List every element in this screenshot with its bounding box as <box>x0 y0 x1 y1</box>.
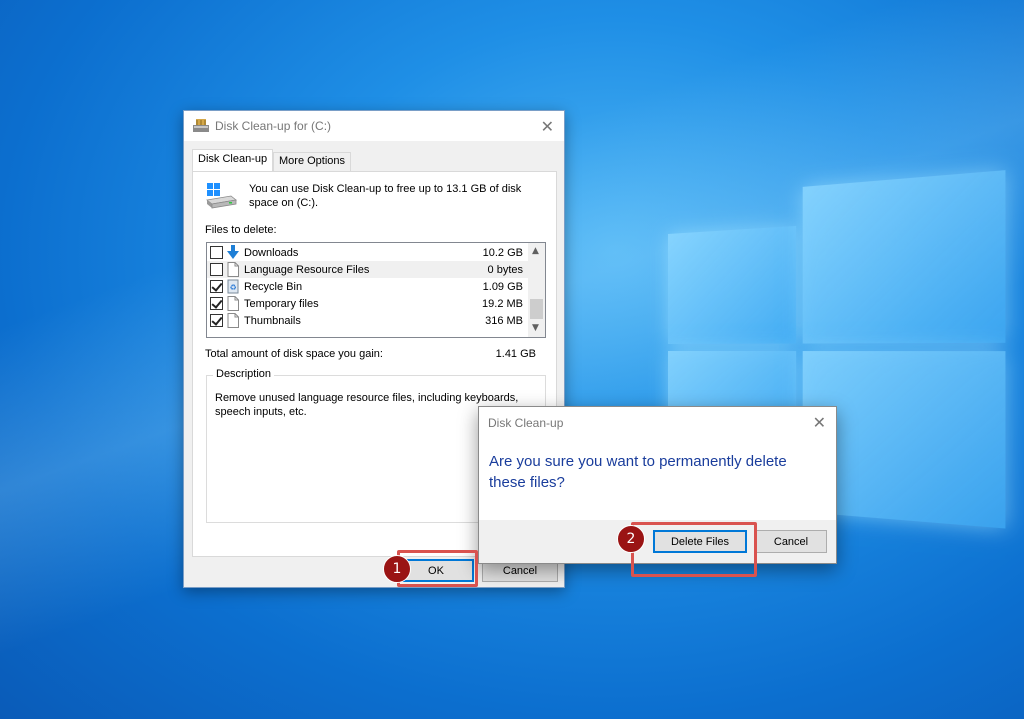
download-arrow-icon <box>227 245 239 259</box>
file-icon <box>227 313 239 328</box>
recycle-bin-icon: ♻ <box>227 279 239 294</box>
drive-icon <box>206 183 237 209</box>
tab-disk-cleanup[interactable]: Disk Clean-up <box>192 149 274 171</box>
total-space-value: 1.41 GB <box>495 348 536 360</box>
list-item[interactable]: Thumbnails 316 MB <box>207 312 529 329</box>
checkbox[interactable] <box>210 314 223 327</box>
confirm-message: Are you sure you want to permanently del… <box>489 453 787 491</box>
checkbox[interactable] <box>210 297 223 310</box>
scroll-up-icon[interactable]: ▲ <box>532 246 539 256</box>
file-size: 0 bytes <box>487 263 523 276</box>
scrollbar-thumb[interactable] <box>530 299 543 319</box>
disk-cleanup-icon <box>193 119 209 132</box>
checkbox[interactable] <box>210 263 223 276</box>
file-name: Language Resource Files <box>244 263 370 276</box>
svg-text:♻: ♻ <box>230 283 237 292</box>
scroll-down-icon[interactable]: ▼ <box>532 323 539 333</box>
file-size: 10.2 GB <box>482 246 523 259</box>
total-space-label: Total amount of disk space you gain: <box>205 348 383 360</box>
description-label: Description <box>213 368 275 380</box>
file-name: Recycle Bin <box>244 280 303 293</box>
dialog-titlebar: Disk Clean-up for (C:) ✕ <box>184 111 564 141</box>
step-badge-2: 2 <box>617 525 645 553</box>
file-size: 316 MB <box>485 314 523 327</box>
list-item[interactable]: Downloads 10.2 GB <box>207 244 529 261</box>
windows-logo-pane <box>802 170 1006 344</box>
dialog-title: Disk Clean-up for (C:) <box>215 119 332 133</box>
confirm-cancel-button[interactable]: Cancel <box>755 530 827 553</box>
file-name: Downloads <box>244 246 299 259</box>
files-list[interactable]: Downloads 10.2 GB Language Resource File… <box>206 242 546 338</box>
windows-logo-pane <box>668 225 797 344</box>
list-item[interactable]: ♻ Recycle Bin 1.09 GB <box>207 278 529 295</box>
file-icon <box>227 296 239 311</box>
file-name: Thumbnails <box>244 314 301 327</box>
file-name: Temporary files <box>244 297 319 310</box>
tab-more-options[interactable]: More Options <box>273 152 352 171</box>
file-size: 1.09 GB <box>482 280 523 293</box>
confirm-dialog-title: Disk Clean-up <box>488 416 564 430</box>
intro-text: You can use Disk Clean-up to free up to … <box>249 183 522 209</box>
list-item[interactable]: Temporary files 19.2 MB <box>207 295 529 312</box>
close-icon[interactable]: ✕ <box>813 413 826 432</box>
checkbox[interactable] <box>210 280 223 293</box>
highlight-delete-files-button <box>631 522 757 577</box>
files-to-delete-label: Files to delete: <box>205 224 277 236</box>
step-badge-1: 1 <box>383 555 411 583</box>
tab-bar: Disk Clean-up More Options <box>184 149 564 171</box>
files-scrollbar[interactable]: ▲ ▼ <box>528 243 545 337</box>
file-size: 19.2 MB <box>482 297 523 310</box>
close-icon[interactable]: ✕ <box>541 117 554 136</box>
checkbox[interactable] <box>210 246 223 259</box>
file-icon <box>227 262 239 277</box>
list-item[interactable]: Language Resource Files 0 bytes <box>207 261 529 278</box>
